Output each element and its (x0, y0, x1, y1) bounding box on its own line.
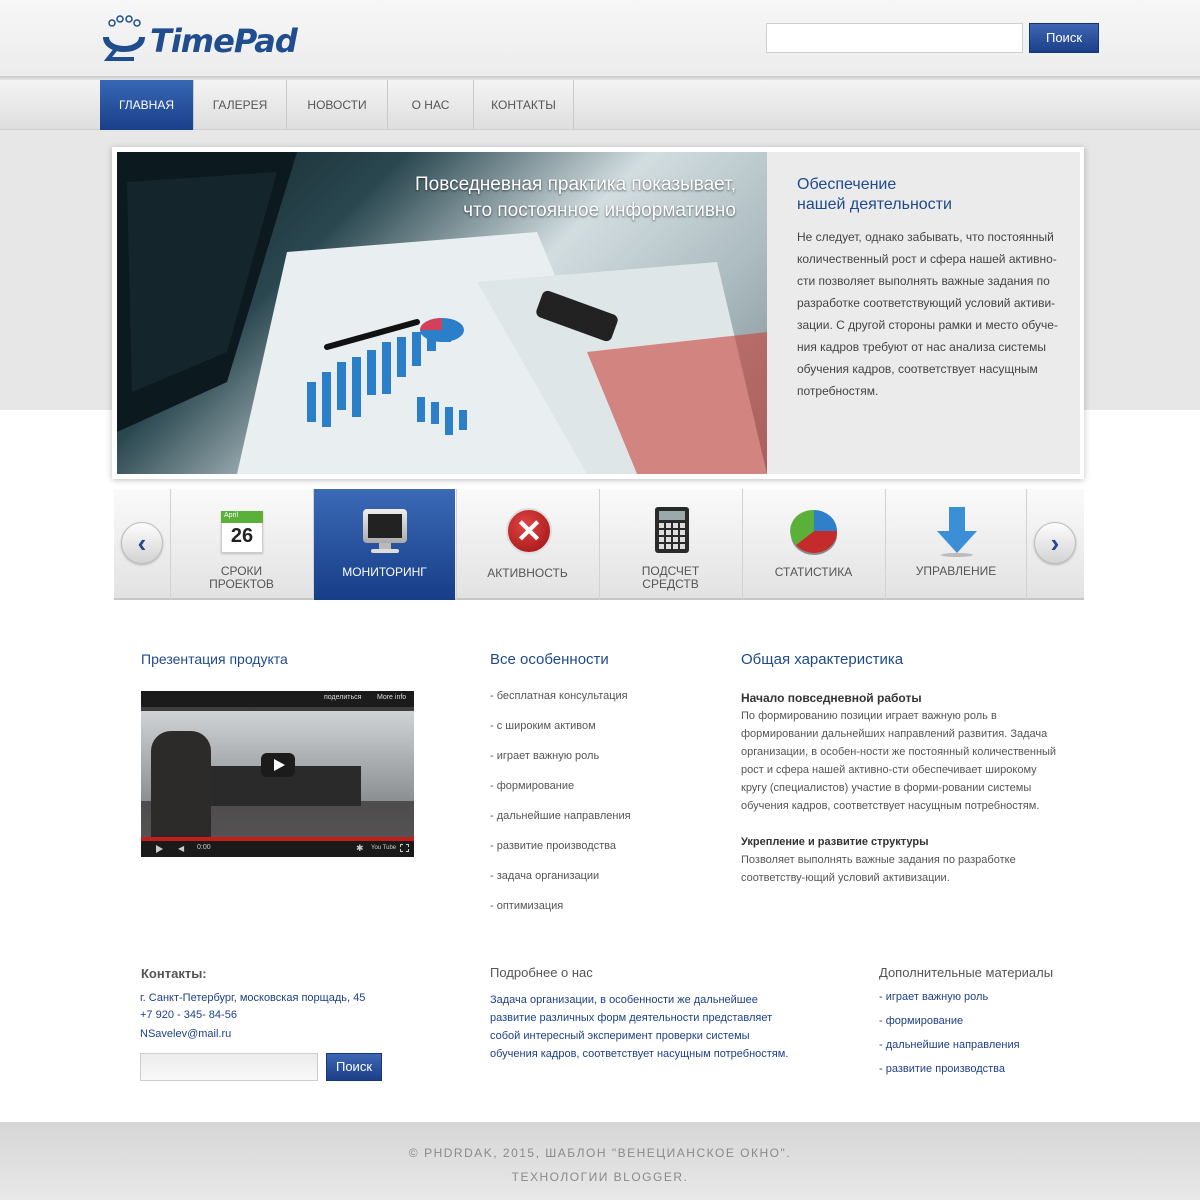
about-title: Подробнее о нас (490, 965, 593, 980)
features-list-item-text: оптимизация (496, 900, 564, 912)
features-list-item-text: с широким активом (496, 720, 596, 732)
tile-project-deadlines[interactable]: April 26 Сроки проектов (170, 489, 312, 600)
close-icon: ✕ (502, 507, 554, 557)
tile-statistics[interactable]: Статистика (742, 489, 884, 600)
carousel-next-button[interactable]: › (1034, 522, 1076, 564)
overview-section-text: Позволяет выполнять важные задания по ра… (741, 854, 1016, 884)
calendar-month: April (224, 512, 239, 519)
extra-link-text[interactable]: развитие производства (886, 1063, 1005, 1075)
volume-icon[interactable]: ◀ (178, 844, 184, 853)
features-list-item-text: задача организации (496, 870, 600, 882)
slider-panel-text: Не следует, однако забывать, что постоян… (797, 230, 1058, 398)
tile-funds-calculation[interactable]: Подсчет средств (599, 489, 741, 600)
contacts-title: Контакты: (141, 966, 207, 981)
features-list-item-text: формирование (496, 780, 575, 792)
features-list-item-text: развитие производства (496, 840, 617, 852)
features-list-item-text: играет важную роль (496, 750, 600, 762)
presentation-title: Презентация продукта (141, 651, 288, 667)
overview-title: Общая характеристика (741, 651, 904, 668)
tile-label: Статистика (774, 565, 853, 579)
video-topbar (141, 691, 414, 707)
slider-panel-title-line: Обеспечение (797, 176, 897, 193)
video-share-link[interactable]: поделиться (324, 694, 361, 701)
features-list-item: - с широким активом (490, 720, 596, 732)
nav-contacts[interactable]: Контакты (474, 80, 574, 130)
features-list-item: - формирование (490, 780, 575, 792)
tile-activity[interactable]: ✕ Активность (456, 489, 598, 600)
extra-link[interactable]: - формирование (879, 1015, 963, 1027)
carousel-prev-button[interactable]: ‹ (121, 522, 163, 564)
video-player[interactable]: поделиться More info ◀ 0:00 ✱ You Tube (141, 691, 414, 857)
features-list-item: - развитие производства (490, 840, 617, 852)
features-list-item: - дальнейшие направления (490, 810, 631, 822)
extra-link-text[interactable]: формирование (886, 1015, 963, 1027)
calculator-icon (645, 507, 697, 557)
extra-link[interactable]: - играет важную роль (879, 991, 988, 1003)
nav-news[interactable]: Новости (287, 80, 388, 130)
video-person (151, 731, 211, 841)
tile-management[interactable]: Управление (885, 489, 1027, 600)
contact-email[interactable]: NSavelev@mail.ru (140, 1028, 231, 1040)
features-list-item-text: дальнейшие направления (496, 810, 631, 822)
overview-section-text: По формированию позиции играет важную ро… (741, 710, 1057, 812)
features-list-item: - играет важную роль (490, 750, 600, 762)
about-text: Задача организации, в особенности же дал… (490, 994, 789, 1060)
search-input[interactable] (766, 23, 1023, 53)
tile-label: Активность (487, 566, 568, 580)
tile-label: Управление (915, 564, 997, 578)
extra-materials-title: Дополнительные материалы (879, 965, 1054, 980)
tile-monitoring[interactable]: Мониторинг (313, 489, 455, 600)
logo-text[interactable]: TimePad (150, 22, 298, 60)
features-list-item: - задача организации (490, 870, 600, 882)
nav-about[interactable]: О нас (388, 80, 474, 130)
copyright-technology: Технологии Blogger. (511, 1170, 689, 1184)
slider-caption: Повседневная практика показывает, что по… (300, 172, 736, 224)
slider-panel-title-line: нашей деятельности (797, 196, 952, 213)
contact-address: г. Санкт-Петербург, московская порщадь, … (140, 992, 366, 1004)
features-title: Все особенности (490, 651, 609, 668)
footer-search-button[interactable]: Поиск (326, 1053, 382, 1081)
video-time: 0:00 (197, 844, 211, 851)
video-more-info-link[interactable]: More info (377, 694, 406, 701)
extra-link[interactable]: - развитие производства (879, 1063, 1005, 1075)
search-button[interactable]: Поиск (1029, 23, 1099, 53)
pie-chart-icon (788, 507, 840, 557)
play-icon[interactable] (261, 753, 295, 777)
features-list-item: - бесплатная консультация (490, 690, 628, 702)
settings-icon[interactable]: ✱ (356, 843, 364, 854)
extra-link-text[interactable]: дальнейшие направления (886, 1039, 1020, 1051)
calendar-icon: April 26 (216, 507, 268, 557)
page-footer (0, 1122, 1200, 1200)
contact-phone[interactable]: +7 920 - 345- 84-56 (140, 1009, 237, 1021)
nav-home[interactable]: Главная (100, 80, 194, 130)
extra-link-text[interactable]: играет важную роль (886, 991, 988, 1003)
extra-link[interactable]: - дальнейшие направления (879, 1039, 1020, 1051)
monitor-icon (359, 507, 411, 557)
youtube-logo[interactable]: You Tube (371, 845, 396, 851)
video-play-icon[interactable] (156, 845, 163, 853)
slider-caption-line: что постоянное информативно (463, 200, 736, 221)
timepad-logo-icon (103, 15, 145, 61)
tile-label: проектов (209, 577, 274, 591)
slider-panel-title: Обеспечение нашей деятельности (797, 175, 1057, 215)
slider-caption-line: Повседневная практика показывает, (414, 174, 736, 195)
fullscreen-icon[interactable] (400, 844, 409, 852)
features-list-item-text: бесплатная консультация (496, 690, 628, 702)
download-arrow-icon (931, 507, 983, 557)
copyright-text: © Phdrdak, 2015, Шаблон "Венецианское ок… (408, 1146, 792, 1160)
footer-search-input[interactable] (140, 1053, 318, 1081)
tile-label: Мониторинг (342, 565, 427, 579)
tile-label: средств (642, 577, 699, 591)
overview-section-title: Укрепление и развитие структуры (741, 836, 929, 848)
features-list-item: - оптимизация (490, 900, 564, 912)
calendar-day: 26 (230, 525, 254, 547)
nav-gallery[interactable]: Галерея (194, 80, 287, 130)
overview-section-title: Начало повседневной работы (741, 691, 922, 705)
